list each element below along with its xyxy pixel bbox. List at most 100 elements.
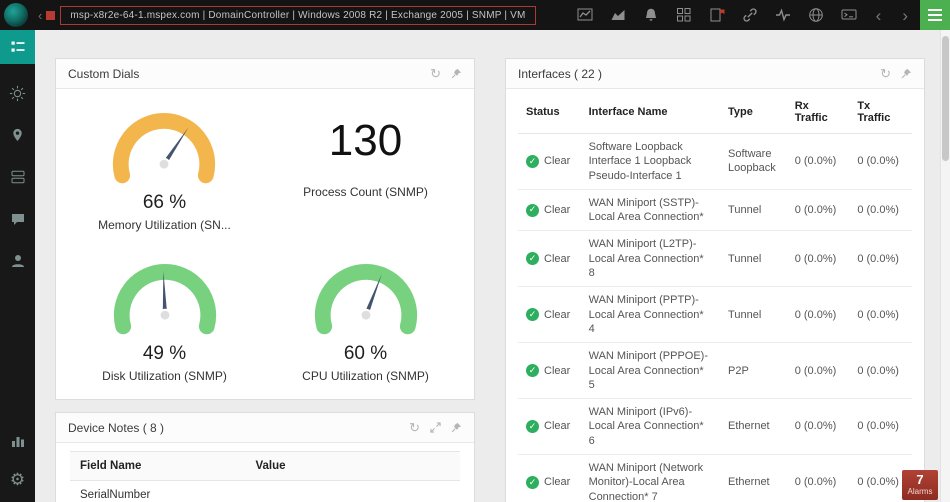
pin-icon[interactable] — [901, 68, 912, 79]
gauge-chart — [314, 264, 417, 335]
interfaces-card: Interfaces ( 22 ) ↻ Status Interface Nam… — [505, 58, 925, 502]
pulse-monitor-icon[interactable] — [775, 7, 791, 23]
custom-dials-card: Custom Dials ↻ 66 % Memory Utilization (… — [55, 58, 475, 400]
console-icon[interactable] — [841, 7, 857, 23]
status-ok-icon: ✓ — [526, 252, 539, 266]
chat-bubble-icon — [11, 214, 24, 225]
status-label: Clear — [544, 308, 571, 321]
rx-traffic: 0 (0.0%) — [786, 133, 850, 190]
menu-button[interactable] — [920, 0, 950, 30]
location-pin-icon — [13, 128, 22, 142]
table-row[interactable]: ✓ Clear WAN Miniport (PPPOE)-Local Area … — [518, 342, 912, 400]
area-chart-icon[interactable] — [610, 7, 626, 23]
card-title: Interfaces ( 22 ) — [518, 66, 603, 81]
status-label: Clear — [544, 420, 571, 433]
interface-type: Ethernet — [720, 454, 787, 502]
refresh-icon[interactable]: ↻ — [409, 421, 420, 434]
gauge-label: Memory Utilization (SN... — [98, 218, 231, 232]
status-label: Clear — [544, 204, 571, 217]
interface-name[interactable]: WAN Miniport (PPTP)-Local Area Connectio… — [580, 286, 721, 344]
expand-icon[interactable] — [430, 422, 441, 433]
tx-traffic: 0 (0.0%) — [849, 133, 912, 190]
process-count-dial: 130 Process Count (SNMP) — [303, 107, 428, 232]
interface-type: Tunnel — [720, 230, 787, 288]
refresh-icon[interactable]: ↻ — [430, 67, 441, 80]
sidebar-item-reports[interactable] — [0, 428, 35, 454]
device-notes-table: Field Name Value SerialNumber — [70, 451, 460, 502]
interface-name[interactable]: WAN Miniport (L2TP)-Local Area Connectio… — [580, 230, 721, 288]
table-row[interactable]: ✓ Clear WAN Miniport (PPTP)-Local Area C… — [518, 286, 912, 344]
column-header-value: Value — [245, 451, 460, 481]
app-logo-icon[interactable] — [4, 3, 28, 27]
interfaces-table: Status Interface Name Type Rx Traffic Tx… — [518, 89, 912, 502]
table-row[interactable]: ✓ Clear Software Loopback Interface 1 Lo… — [518, 133, 912, 190]
column-header-status: Status — [518, 89, 581, 134]
flagged-report-icon[interactable] — [709, 7, 725, 23]
table-row[interactable]: ✓ Clear WAN Miniport (SSTP)-Local Area C… — [518, 189, 912, 232]
interface-name[interactable]: WAN Miniport (Network Monitor)-Local Are… — [580, 454, 721, 502]
gauge-memory-utilization: 66 % Memory Utilization (SN... — [98, 107, 231, 232]
tx-traffic: 0 (0.0%) — [849, 230, 912, 288]
dials-grid: 66 % Memory Utilization (SN... 130 Proce… — [56, 89, 474, 399]
bar-chart-icon — [11, 437, 24, 447]
column-header-interface-name: Interface Name — [580, 89, 721, 134]
device-notes-header: Device Notes ( 8 ) ↻ — [56, 413, 474, 443]
device-critical-icon — [46, 10, 56, 20]
gauge-value: 66 % — [142, 192, 187, 213]
main-content: Custom Dials ↻ 66 % Memory Utilization (… — [35, 30, 940, 502]
link-icon[interactable] — [742, 7, 758, 23]
widgets-grid-icon[interactable] — [676, 7, 692, 23]
globe-icon[interactable] — [808, 7, 824, 23]
performance-chart-icon[interactable] — [577, 7, 593, 23]
interface-type: P2P — [720, 342, 787, 400]
status-label: Clear — [544, 364, 571, 377]
interface-type: Tunnel — [720, 286, 787, 344]
table-row[interactable]: ✓ Clear WAN Miniport (IPv6)-Local Area C… — [518, 398, 912, 456]
status-ok-icon: ✓ — [526, 475, 539, 489]
alarm-label: Alarms — [907, 487, 933, 496]
interface-name[interactable]: WAN Miniport (SSTP)-Local Area Connectio… — [580, 189, 721, 232]
table-row[interactable]: SerialNumber — [70, 480, 460, 502]
interface-name[interactable]: WAN Miniport (IPv6)-Local Area Connectio… — [580, 398, 721, 456]
rx-traffic: 0 (0.0%) — [786, 286, 850, 344]
interfaces-header: Interfaces ( 22 ) ↻ — [506, 59, 924, 89]
scrollbar-thumb[interactable] — [942, 36, 949, 161]
sidebar-item-maps[interactable] — [0, 122, 35, 148]
alarms-badge[interactable]: 7 Alarms — [902, 469, 938, 500]
alert-bell-icon[interactable] — [643, 7, 659, 23]
user-icon — [11, 255, 24, 267]
pin-icon[interactable] — [451, 68, 462, 79]
sidebar-item-settings[interactable]: ⚙ — [0, 466, 35, 492]
rx-traffic: 0 (0.0%) — [786, 189, 850, 232]
rx-traffic: 0 (0.0%) — [786, 230, 850, 288]
chevron-right-icon[interactable]: › — [900, 7, 910, 24]
rx-traffic: 0 (0.0%) — [786, 398, 850, 456]
left-column: Custom Dials ↻ 66 % Memory Utilization (… — [55, 58, 475, 502]
sidebar-item-user[interactable] — [0, 248, 35, 274]
tx-traffic: 0 (0.0%) — [849, 189, 912, 232]
interface-name[interactable]: WAN Miniport (PPPOE)-Local Area Connecti… — [580, 342, 721, 400]
refresh-icon[interactable]: ↻ — [880, 67, 891, 80]
gauge-label: Disk Utilization (SNMP) — [102, 369, 227, 383]
table-row[interactable]: ✓ Clear WAN Miniport (Network Monitor)-L… — [518, 454, 912, 502]
sidebar-item-inventory[interactable] — [0, 164, 35, 190]
sidebar-item-chat[interactable] — [0, 206, 35, 232]
interface-name[interactable]: Software Loopback Interface 1 Loopback P… — [580, 133, 721, 190]
table-row[interactable]: ✓ Clear WAN Miniport (L2TP)-Local Area C… — [518, 230, 912, 288]
status-label: Clear — [544, 476, 571, 489]
note-field-value — [245, 480, 460, 502]
pin-icon[interactable] — [451, 422, 462, 433]
back-icon[interactable]: ‹ — [38, 8, 42, 23]
note-field-name: SerialNumber — [70, 480, 246, 502]
topbar: ‹ msp-x8r2e-64-1.mspex.com | DomainContr… — [0, 0, 950, 30]
sidebar: ⚙ — [0, 30, 35, 502]
sidebar-item-alarms[interactable] — [0, 80, 35, 106]
gauge-value: 49 % — [142, 343, 187, 364]
gear-icon: ⚙ — [9, 469, 26, 489]
chevron-left-icon[interactable]: ‹ — [874, 7, 884, 24]
device-title[interactable]: msp-x8r2e-64-1.mspex.com | DomainControl… — [60, 5, 536, 25]
status-ok-icon: ✓ — [526, 154, 539, 168]
status-label: Clear — [544, 155, 571, 168]
sidebar-item-dashboard[interactable] — [0, 30, 35, 64]
status-label: Clear — [544, 252, 571, 265]
